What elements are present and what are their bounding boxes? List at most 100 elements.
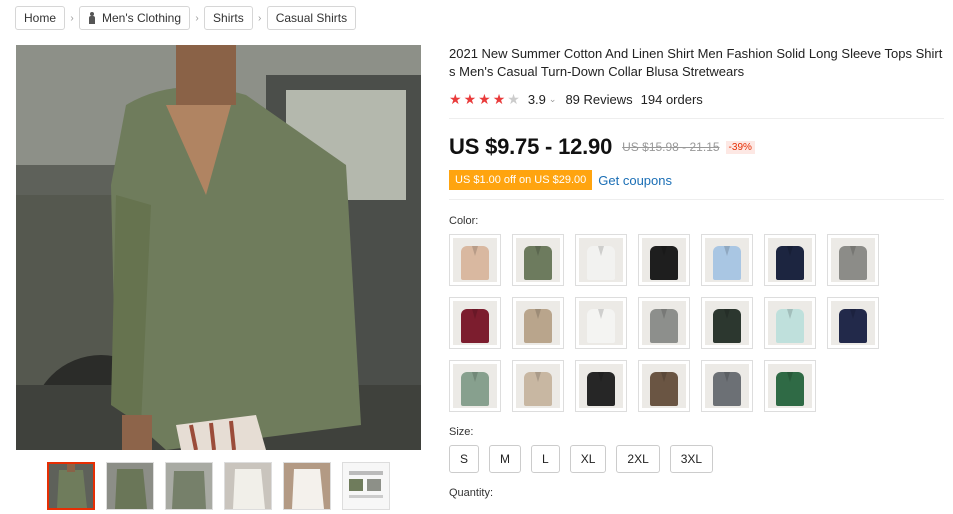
discount-badge: -39% xyxy=(725,140,755,154)
price: US $9.75 - 12.90 xyxy=(449,134,613,159)
size-option-3xl[interactable]: 3XL xyxy=(669,445,714,473)
color-swatch-beige-v[interactable] xyxy=(512,360,564,412)
shirt-icon xyxy=(776,372,804,406)
color-swatch-black[interactable] xyxy=(638,234,690,286)
price-row: US $9.75 - 12.90 US $15.98 - 21.15 -39% xyxy=(449,133,944,161)
swatch-image xyxy=(579,364,623,408)
swatch-image xyxy=(768,364,812,408)
shirt-icon xyxy=(461,372,489,406)
breadcrumb-mens-clothing[interactable]: Men's Clothing xyxy=(79,6,191,30)
thumbnail-3[interactable] xyxy=(165,462,213,510)
swatch-image xyxy=(453,364,497,408)
size-option-xl[interactable]: XL xyxy=(569,445,607,473)
color-options xyxy=(449,234,944,412)
swatch-image xyxy=(642,238,686,282)
size-option-s[interactable]: S xyxy=(449,445,480,473)
size-option-2xl[interactable]: 2XL xyxy=(616,445,660,473)
thumbnail-4[interactable] xyxy=(224,462,272,510)
chevron-right-icon: › xyxy=(195,12,199,24)
reviews-link[interactable]: 89 Reviews xyxy=(565,92,632,107)
swatch-image xyxy=(516,301,560,345)
color-swatch-navy[interactable] xyxy=(764,234,816,286)
color-swatch-black-stripe[interactable] xyxy=(575,360,627,412)
person-icon xyxy=(88,12,96,24)
thumbnail-image xyxy=(49,464,93,508)
star-icon: ★ xyxy=(449,91,462,107)
swatch-image xyxy=(768,301,812,345)
star-empty-icon: ★ xyxy=(507,91,520,107)
swatch-image xyxy=(579,238,623,282)
main-product-image[interactable] xyxy=(16,45,421,450)
star-rating: ★ ★ ★ ★ ★ xyxy=(449,92,520,106)
thumbnail-2[interactable] xyxy=(106,462,154,510)
color-swatch-gray-stripe[interactable] xyxy=(701,360,753,412)
rating-row: ★ ★ ★ ★ ★ 3.9 ⌄ 89 Reviews 194 orders xyxy=(449,90,944,108)
star-icon: ★ xyxy=(492,91,506,107)
swatch-image xyxy=(516,238,560,282)
thumbnail-6[interactable] xyxy=(342,462,390,510)
shirt-icon xyxy=(524,372,552,406)
coupon-badge[interactable]: US $1.00 off on US $29.00 xyxy=(449,170,593,190)
color-swatch-khaki[interactable] xyxy=(512,297,564,349)
color-swatch-beige-pattern[interactable] xyxy=(449,234,501,286)
color-swatch-brown-stripe[interactable] xyxy=(638,360,690,412)
thumbnail-strip xyxy=(47,462,390,510)
swatch-image xyxy=(453,238,497,282)
shirt-icon xyxy=(587,309,615,343)
shirt-icon xyxy=(650,309,678,343)
swatch-image xyxy=(705,301,749,345)
color-label: Color: xyxy=(449,215,479,227)
color-swatch-wine-red[interactable] xyxy=(449,297,501,349)
shirt-icon xyxy=(587,372,615,406)
color-swatch-mint-v[interactable] xyxy=(764,297,816,349)
chevron-down-icon[interactable]: ⌄ xyxy=(549,94,557,105)
color-swatch-gray[interactable] xyxy=(827,234,879,286)
swatch-image xyxy=(516,364,560,408)
shirt-icon xyxy=(461,246,489,280)
thumbnail-5[interactable] xyxy=(283,462,331,510)
thumbnail-image xyxy=(166,463,212,509)
swatch-image xyxy=(831,238,875,282)
color-swatch-green-stripe[interactable] xyxy=(764,360,816,412)
thumbnail-1[interactable] xyxy=(47,462,95,510)
size-options: S M L XL 2XL 3XL xyxy=(449,445,944,473)
shirt-icon xyxy=(650,246,678,280)
breadcrumb-label: Home xyxy=(24,11,57,25)
color-swatch-white-v[interactable] xyxy=(575,297,627,349)
swatch-image xyxy=(579,301,623,345)
shirt-icon xyxy=(587,246,615,280)
chevron-right-icon: › xyxy=(258,12,262,24)
product-title: 2021 New Summer Cotton And Linen Shirt M… xyxy=(449,46,943,79)
shirt-icon xyxy=(524,246,552,280)
shirt-icon xyxy=(524,309,552,343)
color-swatch-light-blue[interactable] xyxy=(701,234,753,286)
color-swatch-dark-green-v[interactable] xyxy=(701,297,753,349)
breadcrumb-casual-shirts[interactable]: Casual Shirts xyxy=(266,6,357,30)
product-info: 2021 New Summer Cotton And Linen Shirt M… xyxy=(449,45,944,499)
swatch-image xyxy=(705,238,749,282)
chevron-right-icon: › xyxy=(70,12,74,24)
size-option-l[interactable]: L xyxy=(531,445,560,473)
thumbnail-image xyxy=(225,463,271,509)
shirt-icon xyxy=(713,372,741,406)
color-swatch-gray-v[interactable] xyxy=(638,297,690,349)
breadcrumb-home[interactable]: Home xyxy=(15,6,66,30)
get-coupons-link[interactable]: Get coupons xyxy=(598,173,672,188)
star-icon: ★ xyxy=(478,91,491,107)
breadcrumb-shirts[interactable]: Shirts xyxy=(204,6,253,30)
color-swatch-white[interactable] xyxy=(575,234,627,286)
color-swatch-navy-v[interactable] xyxy=(827,297,879,349)
star-icon: ★ xyxy=(463,91,477,107)
size-label: Size: xyxy=(449,426,474,438)
color-swatch-sage-v[interactable] xyxy=(449,360,501,412)
color-swatch-army-green[interactable] xyxy=(512,234,564,286)
orders-count: 194 orders xyxy=(640,91,703,107)
thumbnail-image xyxy=(107,463,153,509)
breadcrumb-label: Shirts xyxy=(213,11,244,25)
shirt-icon xyxy=(713,246,741,280)
shirt-icon xyxy=(713,309,741,343)
rating-value[interactable]: 3.9 xyxy=(528,92,546,107)
size-option-m[interactable]: M xyxy=(489,445,522,473)
thumbnail-image xyxy=(284,463,330,509)
shirt-icon xyxy=(839,309,867,343)
